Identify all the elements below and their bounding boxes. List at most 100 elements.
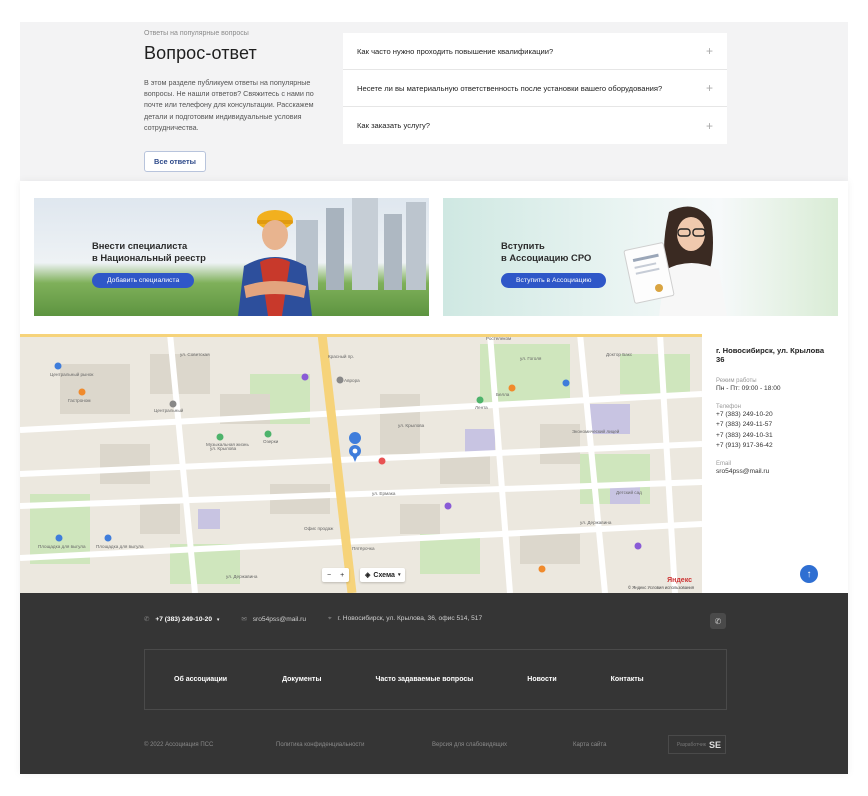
street-label: ул. Крылова [398, 423, 425, 428]
building-graphic [384, 214, 402, 290]
poi-label: Пятёрочка [352, 546, 375, 551]
phone-link[interactable]: +7 (383) 249-11-57 [716, 420, 834, 431]
faq-description: В этом разделе публикуем ответы на попул… [144, 78, 314, 132]
banner-title: Вступить в Ассоциацию СРО [501, 240, 591, 264]
developer-label: Разработчик [676, 741, 706, 748]
poi-label: Аврора [344, 378, 360, 383]
developer-logo: SE [708, 739, 721, 750]
faq-intro: Ответы на популярные вопросы Вопрос-отве… [144, 30, 324, 172]
banner-title-line: в Ассоциацию СРО [501, 252, 592, 263]
contact-panel: г. Новосибирск, ул. Крылова 36 Режим раб… [702, 334, 848, 593]
street-label: ул. Державина [580, 520, 612, 525]
zoom-in-button[interactable]: + [340, 572, 344, 579]
banner-title: Внести специалиста в Национальный реестр [92, 240, 206, 264]
poi-label: Центральный [154, 408, 184, 413]
email-link[interactable]: sro54pss@mail.ru [716, 467, 834, 478]
woman-with-certificate-illustration [623, 206, 727, 316]
faq-breadcrumb: Ответы на популярные вопросы [144, 30, 249, 37]
poi-label: Центральный рынок [50, 372, 94, 377]
street-label: ул. Ермака [372, 491, 396, 496]
street-label: ул. Гоголя [520, 356, 542, 361]
poi-label: Музыкальная жизнь [206, 442, 249, 447]
all-answers-button[interactable]: Все ответы [144, 151, 206, 172]
mail-icon: ✉ [241, 616, 247, 623]
poi-label: Лента [475, 405, 488, 410]
street-label: ул. Державина [226, 574, 258, 579]
footer-copyright: © 2022 Ассоциация ПСС [144, 742, 214, 748]
worker-illustration [238, 210, 312, 316]
phone-link[interactable]: +7 (913) 917-36-42 [716, 441, 834, 452]
poi-label: Белла [496, 392, 510, 397]
sitemap-link[interactable]: Карта сайта [573, 742, 606, 748]
developer-badge[interactable]: Разработчик SE [668, 735, 726, 754]
chevron-down-icon[interactable]: ▾ [217, 617, 220, 623]
plus-icon[interactable]: + [706, 81, 713, 95]
whatsapp-icon[interactable]: ✆ [710, 613, 726, 629]
add-specialist-banner[interactable]: Внести специалиста в Национальный реестр… [34, 198, 429, 316]
poi-label: Площадка для выгула [96, 544, 144, 549]
faq-list: Как часто нужно проходить повышение квал… [343, 33, 727, 144]
faq-item[interactable]: Несете ли вы материальную ответственност… [343, 70, 727, 107]
footer-nav-faq[interactable]: Часто задаваемые вопросы [375, 676, 473, 683]
poi-label: Озерки [263, 439, 279, 444]
phone-link[interactable]: +7 (383) 249-10-31 [716, 431, 834, 442]
footer-nav-documents[interactable]: Документы [282, 676, 321, 683]
map-layer-button[interactable]: ◈ Схема ▾ [360, 568, 406, 582]
footer-phone-number[interactable]: +7 (383) 249-10-20 [155, 616, 212, 623]
office-address: г. Новосибирск, ул. Крылова 36 [716, 346, 825, 364]
poi-label: Офис продаж [304, 526, 334, 531]
poi-label: Площадка для выгула [38, 544, 86, 549]
footer: ✆ +7 (383) 249-10-20 ▾ ✉ sro54pss@mail.r… [20, 593, 848, 774]
footer-email-text[interactable]: sro54pss@mail.ru [253, 616, 306, 623]
plus-icon[interactable]: + [706, 119, 713, 133]
accessible-version-link[interactable]: Версия для слабовидящих [432, 742, 507, 748]
hours-value: Пн - Пт: 09:00 - 18:00 [716, 385, 781, 392]
faq-title: Вопрос-ответ [144, 43, 257, 63]
poi-label: Доктор Бакс [606, 352, 633, 357]
phone-link[interactable]: +7 (383) 249-10-20 [716, 410, 834, 421]
add-specialist-button[interactable]: Добавить специалиста [92, 273, 195, 288]
footer-email[interactable]: ✉ sro54pss@mail.ru [241, 615, 306, 623]
yandex-logo: Яндекс [667, 577, 692, 584]
scroll-to-top-button[interactable]: ↑ [800, 565, 818, 583]
zoom-out-button[interactable]: − [327, 572, 331, 579]
poi-label: Детский сад [616, 490, 642, 495]
faq-item[interactable]: Как часто нужно проходить повышение квал… [343, 33, 727, 70]
poi-label: Ростелеком [486, 336, 512, 341]
footer-nav-contacts[interactable]: Контакты [611, 676, 644, 683]
building-graphic [406, 202, 426, 290]
map-layer-label: Схема [373, 571, 395, 579]
poi-label: Гастроном [68, 398, 91, 403]
main-panel: Внести специалиста в Национальный реестр… [20, 181, 848, 774]
footer-phone[interactable]: ✆ +7 (383) 249-10-20 ▾ [144, 615, 219, 623]
footer-address: ⌖ г. Новосибирск, ул. Крылова, 36, офис … [328, 615, 482, 623]
poi-label: Экономический лицей [572, 429, 620, 434]
building-graphic [326, 208, 344, 290]
layers-icon: ◈ [365, 572, 371, 579]
footer-nav: Об ассоциации Документы Часто задаваемые… [144, 649, 727, 710]
plus-icon[interactable]: + [706, 44, 713, 58]
footer-contacts: ✆ +7 (383) 249-10-20 ▾ ✉ sro54pss@mail.r… [144, 615, 482, 623]
banner-title-line: в Национальный реестр [92, 252, 206, 263]
privacy-policy-link[interactable]: Политика конфиденциальности [276, 742, 365, 748]
join-association-banner[interactable]: Вступить в Ассоциацию СРО Вступить в Асс… [443, 198, 838, 316]
banner-title-line: Внести специалиста [92, 240, 188, 251]
street-label: ул. Советская [180, 352, 210, 357]
building-graphic [352, 198, 378, 290]
map[interactable]: ул. Крылова ул. Крылова ул. Ермака ул. Д… [20, 334, 702, 593]
faq-item[interactable]: Как заказать услугу? + [343, 107, 727, 144]
footer-nav-news[interactable]: Новости [527, 676, 556, 683]
map-copyright[interactable]: © Яндекс Условия использования [628, 585, 694, 590]
faq-question: Как заказать услугу? [357, 121, 431, 130]
phone-icon: ✆ [144, 616, 150, 623]
faq-question: Как часто нужно проходить повышение квал… [357, 46, 554, 56]
street-label: Красный пр. [328, 354, 355, 359]
map-canvas[interactable] [20, 334, 702, 593]
chevron-down-icon: ▾ [397, 572, 401, 578]
join-association-button[interactable]: Вступить в Ассоциацию [501, 273, 607, 288]
footer-nav-about[interactable]: Об ассоциации [174, 676, 227, 683]
footer-address-text: г. Новосибирск, ул. Крылова, 36, офис 51… [337, 615, 483, 622]
map-zoom-control[interactable]: − + [322, 568, 350, 582]
faq-question: Несете ли вы материальную ответственност… [357, 83, 663, 93]
banner-title-line: Вступить [501, 240, 545, 251]
